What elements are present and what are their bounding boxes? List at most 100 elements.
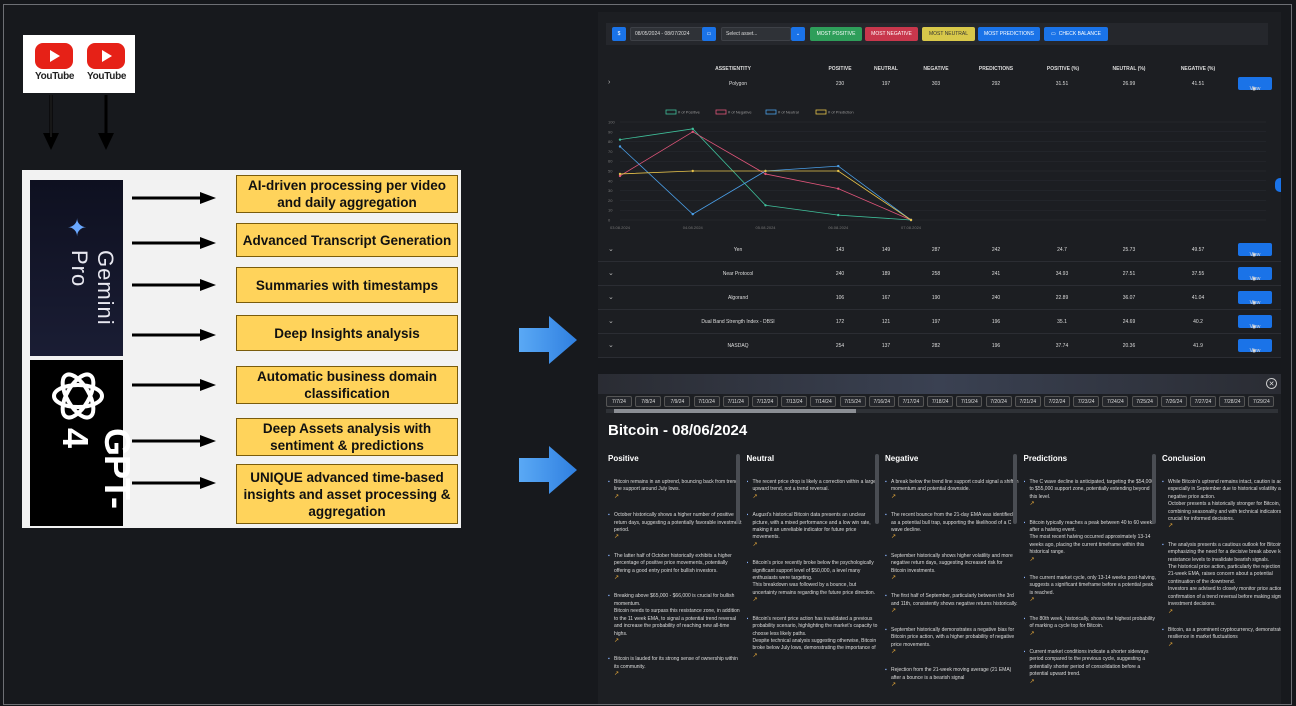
insight-item: The recent price drop is likely a correc… [747,479,881,501]
insight-text: A break below the trend line support cou… [891,479,1019,493]
trend-icon: ↗ [752,493,758,500]
column-scrollbar[interactable] [1013,454,1017,524]
table-row[interactable]: ⌄ NASDAQ 254 137 282 196 37.74 20.36 41.9 ◉ View [598,334,1281,358]
sentiment-dashboard: $ 08/05/2024 - 08/07/2024 ▭ Select asset… [598,12,1281,358]
cell-asset: Yen [733,247,743,253]
column-scrollbar[interactable] [1151,454,1156,524]
feature-assets-analysis: Deep Assets analysis with sentiment & pr… [236,418,458,456]
date-chip[interactable]: 7/22/24 [1044,396,1070,407]
most-negative-button[interactable]: MOST NEGATIVE [865,27,918,41]
insight-text: While Bitcoin's uptrend remains intact, … [1168,479,1281,523]
cell-neutral-pct: 26.99 [1122,81,1136,87]
legend-swatch [665,109,677,115]
scroll-thumb[interactable] [614,409,856,413]
view-button[interactable]: ◉ View [1238,267,1272,282]
cell-neutral: 121 [881,319,891,325]
process-panel: ✦ Gemini Pro GPT-4 AI-driven processing … [22,170,461,528]
view-button[interactable]: ◉ View [1238,243,1272,258]
side-toggle-button[interactable] [1275,178,1281,192]
date-chip[interactable]: 7/29/24 [1248,396,1275,407]
insight-item: Bitcoin typically reaches a peak between… [1024,520,1158,564]
chevron-down-icon[interactable]: ⌄ [608,293,614,301]
date-chip[interactable]: 7/17/24 [898,396,924,407]
legend-swatch [765,109,777,115]
date-chip[interactable]: 7/7/24 [606,396,632,407]
date-chip[interactable]: 7/9/24 [664,396,691,407]
date-chip[interactable]: 7/27/24 [1190,396,1216,407]
y-tick-label: 60 [608,159,613,164]
date-chip[interactable]: 7/26/24 [1160,396,1187,407]
trend-icon: ↗ [614,575,620,582]
chevron-right-icon[interactable]: › [608,79,610,86]
cell-positive-pct: 22.89 [1055,295,1069,301]
date-chip[interactable]: 7/21/24 [1014,396,1041,407]
table-row[interactable]: ⌄ Near Protocol 240 189 258 241 34.93 27.51 37.5… [598,262,1281,286]
date-chip[interactable]: 7/16/24 [868,396,895,407]
y-tick-label: 20 [608,198,613,203]
date-chip[interactable]: 7/23/24 [1073,396,1100,407]
insight-text: Rejection from the 21-week moving averag… [891,667,1012,681]
insight-text: September historically demonstrates a ne… [891,626,1015,648]
date-chip[interactable]: 7/25/24 [1131,396,1158,407]
chevron-down-icon[interactable]: ⌄ [608,341,614,349]
date-strip: 7/7/24 7/8/24 7/9/24 7/10/24 7/11/24 7/12/24 7… [606,396,1278,408]
date-chip[interactable]: 7/28/24 [1219,396,1246,407]
date-chip[interactable]: 7/19/24 [956,396,983,407]
legend-label: # of Negative [728,110,752,115]
asset-dropdown-button[interactable]: ⌄ [791,27,805,41]
cell-negative-pct: 49.57 [1191,247,1205,253]
chevron-down-icon[interactable]: ⌄ [608,317,614,325]
cell-positive-pct: 37.74 [1055,343,1069,349]
currency-button[interactable]: $ [612,27,626,41]
table-row[interactable]: ⌄ Yen 143 149 287 242 24.7 25.73 49.57 ◉ View [598,238,1281,262]
calendar-button[interactable]: ▭ [702,27,716,41]
trend-icon: ↗ [891,682,897,689]
date-chip[interactable]: 7/12/24 [752,396,778,407]
check-balance-label: CHECK BALANCE [1058,31,1101,37]
chevron-down-icon[interactable]: ⌄ [608,269,614,277]
table-row-expanded[interactable]: › Polygon 230 197 303 292 31.51 26.99 41… [598,72,1281,96]
cell-predictions: 241 [991,271,1001,277]
chevron-down-icon: ⌄ [795,31,801,37]
date-chip[interactable]: 7/20/24 [985,396,1012,407]
most-neutral-button[interactable]: MOST NEUTRAL [922,27,975,41]
table-row[interactable]: ⌄ Dual Band Strength Index - DBSI 172 121 19… [598,310,1281,334]
most-positive-button[interactable]: MOST POSITIVE [810,27,862,41]
asset-select[interactable]: Select asset... [721,27,791,41]
most-predictions-button[interactable]: MOST PREDICTIONS [978,27,1040,41]
date-chip[interactable]: 7/13/24 [781,396,808,407]
date-chip[interactable]: 7/14/24 [810,396,837,407]
table-row[interactable]: ⌄ Algorand 106 167 190 240 22.89 36.07 41.04 ◉ Vie… [598,286,1281,310]
data-point [764,204,767,207]
series-line [619,170,912,221]
view-button[interactable]: ◉ View [1238,339,1272,354]
view-button[interactable]: ◉ View [1238,77,1272,92]
check-balance-button[interactable]: ▭ CHECK BALANCE [1044,27,1108,41]
youtube-label: YouTube [87,71,127,82]
date-chip[interactable]: 7/24/24 [1102,396,1129,407]
insight-text: August's historical Bitcoin data present… [752,512,871,541]
close-icon[interactable]: ✕ [1266,378,1277,389]
date-chip[interactable]: 7/10/24 [693,396,720,407]
chevron-down-icon[interactable]: ⌄ [608,245,614,253]
data-point [691,130,694,133]
insight-item: August's historical Bitcoin data present… [747,512,881,549]
cell-positive: 230 [835,81,845,87]
view-button[interactable]: ◉ View [1238,291,1272,306]
column-scrollbar[interactable] [874,454,879,524]
trend-icon: ↗ [752,541,758,548]
y-tick-label: 70 [608,149,613,154]
date-chip[interactable]: 7/8/24 [635,396,662,407]
column-scrollbar[interactable] [736,454,740,524]
date-chip[interactable]: 7/18/24 [927,396,954,407]
date-chip[interactable]: 7/11/24 [722,396,749,407]
date-range-input[interactable]: 08/05/2024 - 08/07/2024 [630,27,704,41]
view-button[interactable]: ◉ View [1238,315,1272,330]
date-chip[interactable]: 7/15/24 [839,396,866,407]
insight-text: The recent bounce from the 21-day EMA wa… [891,512,1013,534]
series-line [619,131,912,221]
right-arrow-icon [132,329,216,341]
cell-negative-pct: 40.2 [1193,319,1203,325]
down-arrow-icon [98,95,114,150]
date-scrollbar[interactable] [606,409,1278,413]
